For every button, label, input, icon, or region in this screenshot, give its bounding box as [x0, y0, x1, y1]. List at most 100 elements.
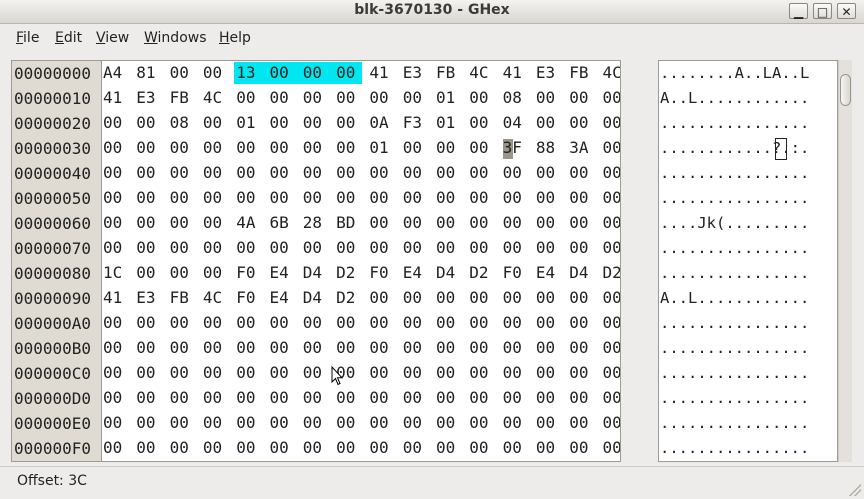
hex-byte[interactable]: 00 — [170, 137, 194, 159]
hex-byte[interactable]: E4 — [270, 287, 294, 309]
hex-byte[interactable]: 00 — [170, 187, 194, 209]
hex-byte[interactable]: A4 — [103, 62, 127, 84]
hex-byte[interactable]: 00 — [569, 337, 593, 359]
hex-byte[interactable]: E4 — [536, 262, 560, 284]
menu-help[interactable]: Help — [219, 30, 251, 46]
hex-byte[interactable]: E3 — [403, 62, 427, 84]
hex-byte[interactable]: 00 — [270, 112, 294, 134]
hex-byte[interactable]: 00 — [336, 62, 360, 84]
hex-byte[interactable]: 00 — [236, 87, 260, 109]
hex-byte[interactable]: 00 — [203, 412, 227, 434]
hex-byte[interactable]: 00 — [136, 312, 160, 334]
hex-byte[interactable]: 00 — [403, 312, 427, 334]
hex-byte[interactable]: 00 — [136, 337, 160, 359]
hex-byte[interactable]: 00 — [603, 237, 621, 259]
hex-byte[interactable]: 00 — [403, 212, 427, 234]
hex-view[interactable]: 00000000 00000010 00000020 00000030 00000040… — [11, 60, 621, 462]
hex-byte[interactable]: 00 — [303, 312, 327, 334]
hex-byte[interactable]: 00 — [236, 137, 260, 159]
hex-byte[interactable]: 00 — [503, 312, 527, 334]
close-button[interactable]: ✕ — [837, 3, 856, 19]
hex-byte[interactable]: 00 — [369, 87, 393, 109]
hex-byte[interactable]: 00 — [336, 87, 360, 109]
hex-byte[interactable]: 00 — [603, 187, 621, 209]
hex-byte[interactable]: BD — [336, 212, 360, 234]
hex-byte[interactable]: 00 — [536, 312, 560, 334]
hex-byte[interactable]: 00 — [469, 137, 493, 159]
hex-byte[interactable]: 08 — [170, 112, 194, 134]
hex-byte[interactable]: 00 — [170, 437, 194, 459]
hex-byte[interactable]: 00 — [369, 387, 393, 409]
hex-byte[interactable]: 00 — [503, 362, 527, 384]
hex-byte[interactable]: 1C — [103, 262, 127, 284]
hex-byte[interactable]: D2 — [336, 287, 360, 309]
hex-byte[interactable]: E4 — [270, 262, 294, 284]
menu-windows[interactable]: Windows — [144, 30, 207, 46]
hex-byte[interactable]: 00 — [603, 112, 621, 134]
hex-byte[interactable]: 00 — [136, 137, 160, 159]
hex-byte[interactable]: 00 — [103, 312, 127, 334]
hex-byte[interactable]: 00 — [436, 437, 460, 459]
hex-byte[interactable]: 00 — [569, 112, 593, 134]
hex-byte[interactable]: 00 — [303, 162, 327, 184]
hex-byte[interactable]: 00 — [603, 287, 621, 309]
hex-byte[interactable]: 00 — [503, 437, 527, 459]
hex-byte[interactable]: 00 — [369, 362, 393, 384]
hex-byte[interactable]: 00 — [436, 287, 460, 309]
hex-byte[interactable]: 00 — [403, 387, 427, 409]
hex-byte[interactable]: 00 — [536, 337, 560, 359]
hex-byte[interactable]: 41 — [103, 287, 127, 309]
hex-byte[interactable]: 00 — [170, 237, 194, 259]
hex-byte[interactable]: 00 — [436, 387, 460, 409]
hex-byte[interactable]: D2 — [469, 262, 493, 284]
hex-byte[interactable]: 00 — [469, 162, 493, 184]
hex-byte[interactable]: 00 — [270, 237, 294, 259]
hex-byte[interactable]: 00 — [436, 137, 460, 159]
hex-byte[interactable]: 00 — [203, 387, 227, 409]
hex-byte[interactable]: F0 — [236, 262, 260, 284]
hex-byte[interactable]: 00 — [336, 162, 360, 184]
hex-byte[interactable]: 00 — [203, 437, 227, 459]
hex-byte[interactable]: 00 — [536, 287, 560, 309]
hex-byte[interactable]: 00 — [336, 312, 360, 334]
hex-byte[interactable]: 4C — [469, 62, 493, 84]
hex-byte[interactable]: 00 — [403, 237, 427, 259]
hex-byte[interactable]: 00 — [403, 362, 427, 384]
hex-byte[interactable]: 00 — [303, 412, 327, 434]
hex-byte[interactable]: 00 — [603, 137, 621, 159]
hex-byte[interactable]: 00 — [403, 287, 427, 309]
hex-byte[interactable]: 00 — [170, 312, 194, 334]
hex-byte[interactable]: 00 — [369, 437, 393, 459]
hex-byte[interactable]: F0 — [503, 262, 527, 284]
hex-byte[interactable]: 00 — [136, 237, 160, 259]
hex-byte[interactable]: 00 — [236, 237, 260, 259]
hex-byte[interactable]: 00 — [270, 337, 294, 359]
hex-byte[interactable]: 00 — [303, 62, 327, 84]
hex-byte[interactable]: 00 — [569, 437, 593, 459]
hex-byte[interactable]: FB — [436, 62, 460, 84]
hex-byte[interactable]: 00 — [236, 412, 260, 434]
hex-byte[interactable]: 00 — [369, 162, 393, 184]
hex-byte[interactable]: 00 — [203, 312, 227, 334]
hex-byte[interactable]: 00 — [170, 62, 194, 84]
hex-byte[interactable]: 00 — [303, 387, 327, 409]
hex-byte[interactable]: 00 — [603, 437, 621, 459]
hex-byte[interactable]: 00 — [436, 237, 460, 259]
hex-byte[interactable]: 00 — [536, 187, 560, 209]
hex-byte[interactable]: 00 — [369, 412, 393, 434]
hex-byte[interactable]: 00 — [536, 387, 560, 409]
hex-byte[interactable]: 00 — [603, 312, 621, 334]
hex-byte[interactable]: 00 — [569, 387, 593, 409]
hex-byte[interactable]: 00 — [103, 112, 127, 134]
hex-byte[interactable]: 00 — [270, 62, 294, 84]
hex-byte[interactable]: 4C — [203, 87, 227, 109]
hex-byte[interactable]: F3 — [403, 112, 427, 134]
hex-byte[interactable]: D2 — [603, 262, 621, 284]
hex-byte[interactable]: 00 — [436, 187, 460, 209]
hex-byte[interactable]: 00 — [103, 237, 127, 259]
hex-byte[interactable]: 00 — [136, 387, 160, 409]
hex-byte[interactable]: 00 — [270, 412, 294, 434]
hex-byte[interactable]: 00 — [369, 212, 393, 234]
hex-byte[interactable]: 00 — [236, 387, 260, 409]
hex-byte[interactable]: 00 — [536, 237, 560, 259]
